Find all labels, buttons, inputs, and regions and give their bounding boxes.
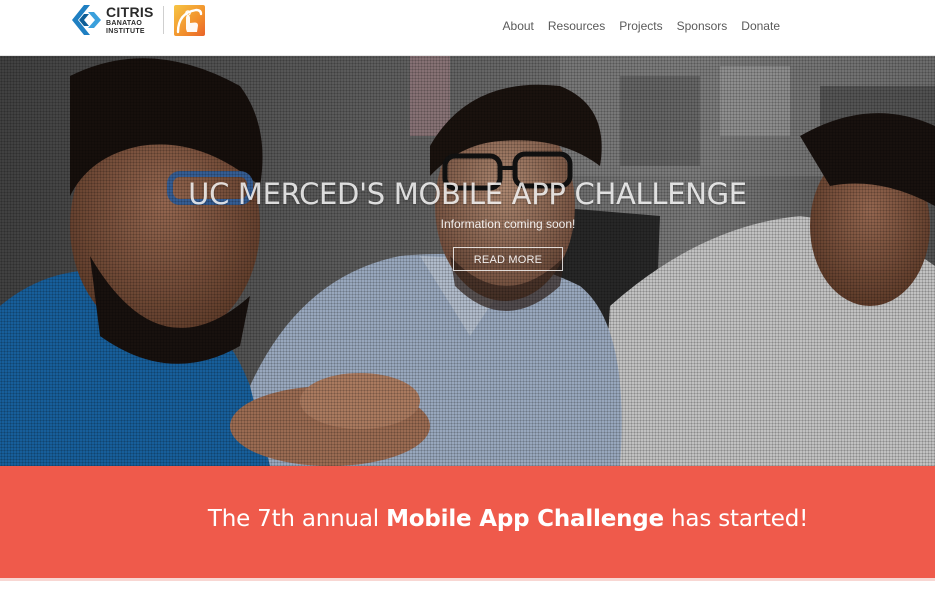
banner-suffix: has started! xyxy=(663,506,809,532)
announcement-banner: The 7th annual Mobile App Challenge has … xyxy=(0,466,935,578)
read-more-button[interactable]: READ MORE xyxy=(453,247,563,271)
banner-text: The 7th annual Mobile App Challenge has … xyxy=(0,506,935,532)
app-challenge-logo[interactable] xyxy=(173,4,205,36)
logo-sub-1: BANATAO xyxy=(106,20,143,27)
nav-resources[interactable]: Resources xyxy=(541,18,612,34)
banner-prefix: The 7th annual xyxy=(207,506,387,532)
tap-hand-icon xyxy=(176,8,202,33)
brand-divider xyxy=(162,6,164,34)
nav-donate[interactable]: Donate xyxy=(734,18,780,34)
site-header: CITRIS BANATAO INSTITUTE About Resources… xyxy=(0,0,935,56)
nav-about[interactable]: About xyxy=(496,18,541,34)
banner-bottom-divider xyxy=(0,578,935,581)
logo-main: CITRIS xyxy=(106,4,154,20)
brand[interactable]: CITRIS BANATAO INSTITUTE xyxy=(70,3,205,37)
citris-chevron-logo-icon xyxy=(72,5,101,35)
hero-subtitle: Information coming soon! xyxy=(440,217,576,231)
banner-highlight: Mobile App Challenge xyxy=(386,506,664,532)
nav-projects[interactable]: Projects xyxy=(612,18,669,34)
nav-sponsors[interactable]: Sponsors xyxy=(670,18,735,34)
citris-wordmark: CITRIS BANATAO INSTITUTE xyxy=(106,5,154,35)
main-nav: About Resources Projects Sponsors Donate xyxy=(496,18,780,34)
hero-title: UC MERCED'S MOBILE APP CHALLENGE xyxy=(188,177,747,211)
hero-section: UC MERCED'S MOBILE APP CHALLENGE Informa… xyxy=(0,56,935,466)
logo-sub-2: INSTITUTE xyxy=(106,28,145,35)
